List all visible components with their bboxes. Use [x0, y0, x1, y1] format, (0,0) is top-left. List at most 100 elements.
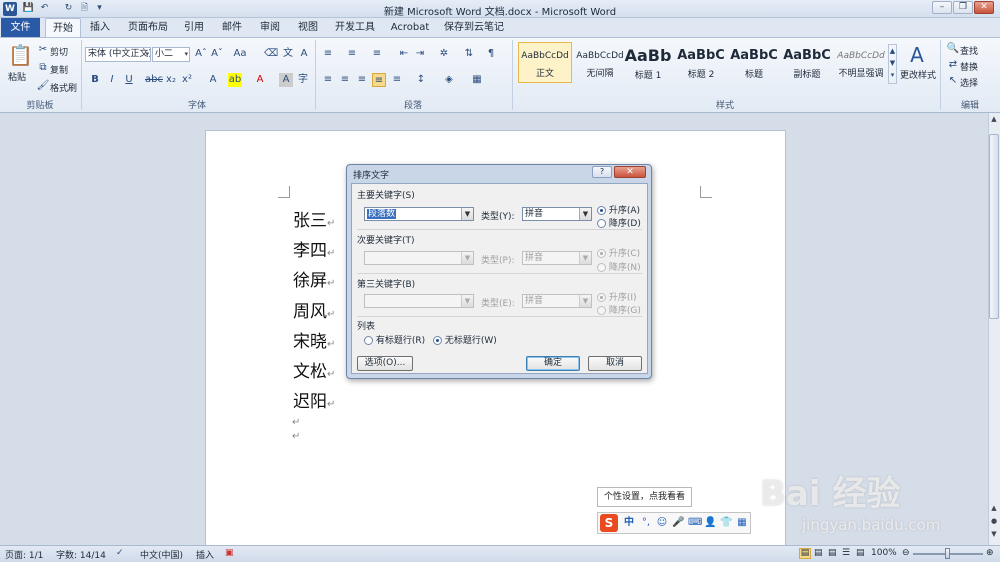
italic-icon[interactable]: I	[105, 73, 119, 87]
styles-scroll-icon[interactable]: ▲ ▼ ▾	[888, 44, 897, 84]
select-button[interactable]: 选择	[960, 76, 978, 89]
style-no-spacing[interactable]: AaBbCcDd 无间隔	[573, 42, 627, 83]
print-layout-icon[interactable]: ▤	[799, 548, 811, 559]
secondary-ascending-radio[interactable]: 升序(C)	[597, 246, 640, 259]
replace-icon[interactable]: ⇄	[946, 58, 960, 72]
distributed-icon[interactable]: ≡	[390, 73, 404, 87]
web-layout-icon[interactable]: ▤	[828, 548, 837, 558]
help-icon[interactable]: ?	[592, 166, 612, 178]
paste-icon[interactable]: 📋	[8, 42, 33, 68]
copy-icon[interactable]: ⧉	[36, 61, 50, 75]
replace-button[interactable]: 替换	[960, 60, 978, 73]
multilevel-list-icon[interactable]: ≡	[370, 47, 384, 61]
borders-icon[interactable]: ▦	[470, 73, 484, 87]
change-styles-button[interactable]: 更改样式	[900, 68, 936, 81]
ime-mode-toggle[interactable]: 中	[623, 516, 635, 530]
document-line[interactable]: 文松↵	[293, 357, 335, 382]
select-icon[interactable]: ↖	[946, 74, 960, 88]
toolbox-icon[interactable]: ▦	[736, 516, 748, 530]
primary-ascending-radio[interactable]: 升序(A)	[597, 203, 640, 216]
align-right-icon[interactable]: ≡	[355, 73, 369, 87]
increase-indent-icon[interactable]: ⇥	[413, 47, 427, 61]
clear-formatting-icon[interactable]: ⌫	[264, 47, 278, 61]
document-line[interactable]: 周风↵	[293, 297, 335, 322]
find-icon[interactable]: 🔍	[946, 42, 960, 56]
grow-font-icon[interactable]: Aˆ	[194, 47, 208, 61]
zoom-out-icon[interactable]: ⊖	[902, 548, 910, 558]
format-painter-icon[interactable]: 🖌	[36, 79, 50, 93]
numbering-icon[interactable]: ≡	[345, 47, 359, 61]
sort-icon[interactable]: ⇅	[462, 47, 476, 61]
full-screen-reading-icon[interactable]: ▤	[814, 548, 823, 558]
cut-icon[interactable]: ✂	[36, 43, 50, 57]
format-painter-button[interactable]: 格式刷	[50, 81, 77, 94]
style-heading-1[interactable]: AaBb 标题 1	[623, 42, 673, 83]
style-heading-2[interactable]: AaBbC 标题 2	[675, 42, 727, 83]
word-count[interactable]: 字数: 14/14	[56, 548, 106, 561]
user-icon[interactable]: 👤	[704, 516, 716, 530]
tertiary-key-select[interactable]: ▼	[364, 294, 474, 308]
tab-developer[interactable]: 开发工具	[332, 18, 378, 37]
tab-insert[interactable]: 插入	[84, 18, 116, 37]
highlight-icon[interactable]: ab	[228, 73, 242, 87]
bold-icon[interactable]: B	[88, 73, 102, 87]
zoom-level[interactable]: 100%	[871, 548, 897, 558]
subscript-icon[interactable]: x₂	[164, 73, 178, 87]
outline-icon[interactable]: ☰	[842, 548, 850, 558]
close-button[interactable]: ✕	[974, 1, 994, 14]
shrink-font-icon[interactable]: Aˇ	[210, 47, 224, 61]
minimize-button[interactable]: –	[932, 1, 952, 14]
draft-icon[interactable]: ▤	[856, 548, 865, 558]
document-line[interactable]: 迟阳↵	[293, 387, 335, 412]
paste-button-label[interactable]: 粘贴	[8, 70, 26, 83]
macro-record-icon[interactable]: ▣	[225, 548, 234, 558]
document-line[interactable]: 宋晓↵	[293, 327, 335, 352]
voice-icon[interactable]: 🎤	[672, 516, 684, 530]
superscript-icon[interactable]: x²	[180, 73, 194, 87]
header-row-radio[interactable]: 有标题行(R)	[364, 333, 425, 346]
primary-descending-radio[interactable]: 降序(D)	[597, 216, 641, 229]
cut-button[interactable]: 剪切	[50, 45, 68, 58]
justify-icon[interactable]: ≡	[372, 73, 386, 87]
find-button[interactable]: 查找	[960, 44, 978, 57]
emoji-icon[interactable]: ☺	[656, 516, 668, 530]
document-line[interactable]: 张三↵	[293, 206, 335, 231]
page-count[interactable]: 页面: 1/1	[5, 548, 43, 561]
shading-icon[interactable]: ◈	[442, 73, 456, 87]
language-indicator[interactable]: 中文(中国)	[140, 548, 183, 561]
change-styles-icon[interactable]: A	[906, 44, 928, 66]
font-color-icon[interactable]: A	[253, 73, 267, 87]
tab-page-layout[interactable]: 页面布局	[124, 18, 172, 37]
tab-view[interactable]: 视图	[292, 18, 324, 37]
change-case-icon[interactable]: Aa	[233, 47, 247, 61]
bullets-icon[interactable]: ≡	[321, 47, 335, 61]
decrease-indent-icon[interactable]: ⇤	[397, 47, 411, 61]
restore-button[interactable]: ❐	[953, 1, 973, 14]
tab-mailings[interactable]: 邮件	[216, 18, 248, 37]
line-spacing-icon[interactable]: ↕	[414, 73, 428, 87]
tab-home[interactable]: 开始	[45, 18, 81, 37]
proofing-icon[interactable]: ✓	[116, 548, 124, 558]
strikethrough-icon[interactable]: abc	[145, 73, 163, 87]
style-title[interactable]: AaBbC 标题	[728, 42, 780, 83]
tab-acrobat[interactable]: Acrobat	[388, 18, 432, 37]
zoom-in-icon[interactable]: ⊕	[986, 548, 994, 558]
secondary-descending-radio[interactable]: 降序(N)	[597, 260, 641, 273]
tertiary-ascending-radio[interactable]: 升序(I)	[597, 290, 637, 303]
underline-icon[interactable]: U	[122, 73, 136, 87]
skin-icon[interactable]: 👕	[720, 516, 732, 530]
secondary-key-select[interactable]: ▼	[364, 251, 474, 265]
dialog-close-button[interactable]: ✕	[614, 166, 646, 178]
ime-logo-icon[interactable]: S	[600, 514, 618, 532]
previous-page-icon[interactable]: ▲	[989, 503, 999, 514]
browse-object-icon[interactable]: ●	[989, 516, 999, 527]
font-name-combo[interactable]: 宋体 (中文正文) ▾	[85, 47, 151, 62]
keyboard-icon[interactable]: ⌨	[688, 516, 702, 530]
insert-mode-indicator[interactable]: 插入	[196, 548, 214, 561]
scrollbar-thumb[interactable]	[989, 134, 999, 319]
scroll-up-icon[interactable]: ▲	[989, 114, 999, 125]
character-shading-icon[interactable]: A	[279, 73, 293, 87]
align-left-icon[interactable]: ≡	[321, 73, 335, 87]
tab-review[interactable]: 审阅	[254, 18, 286, 37]
no-header-row-radio[interactable]: 无标题行(W)	[433, 333, 497, 346]
